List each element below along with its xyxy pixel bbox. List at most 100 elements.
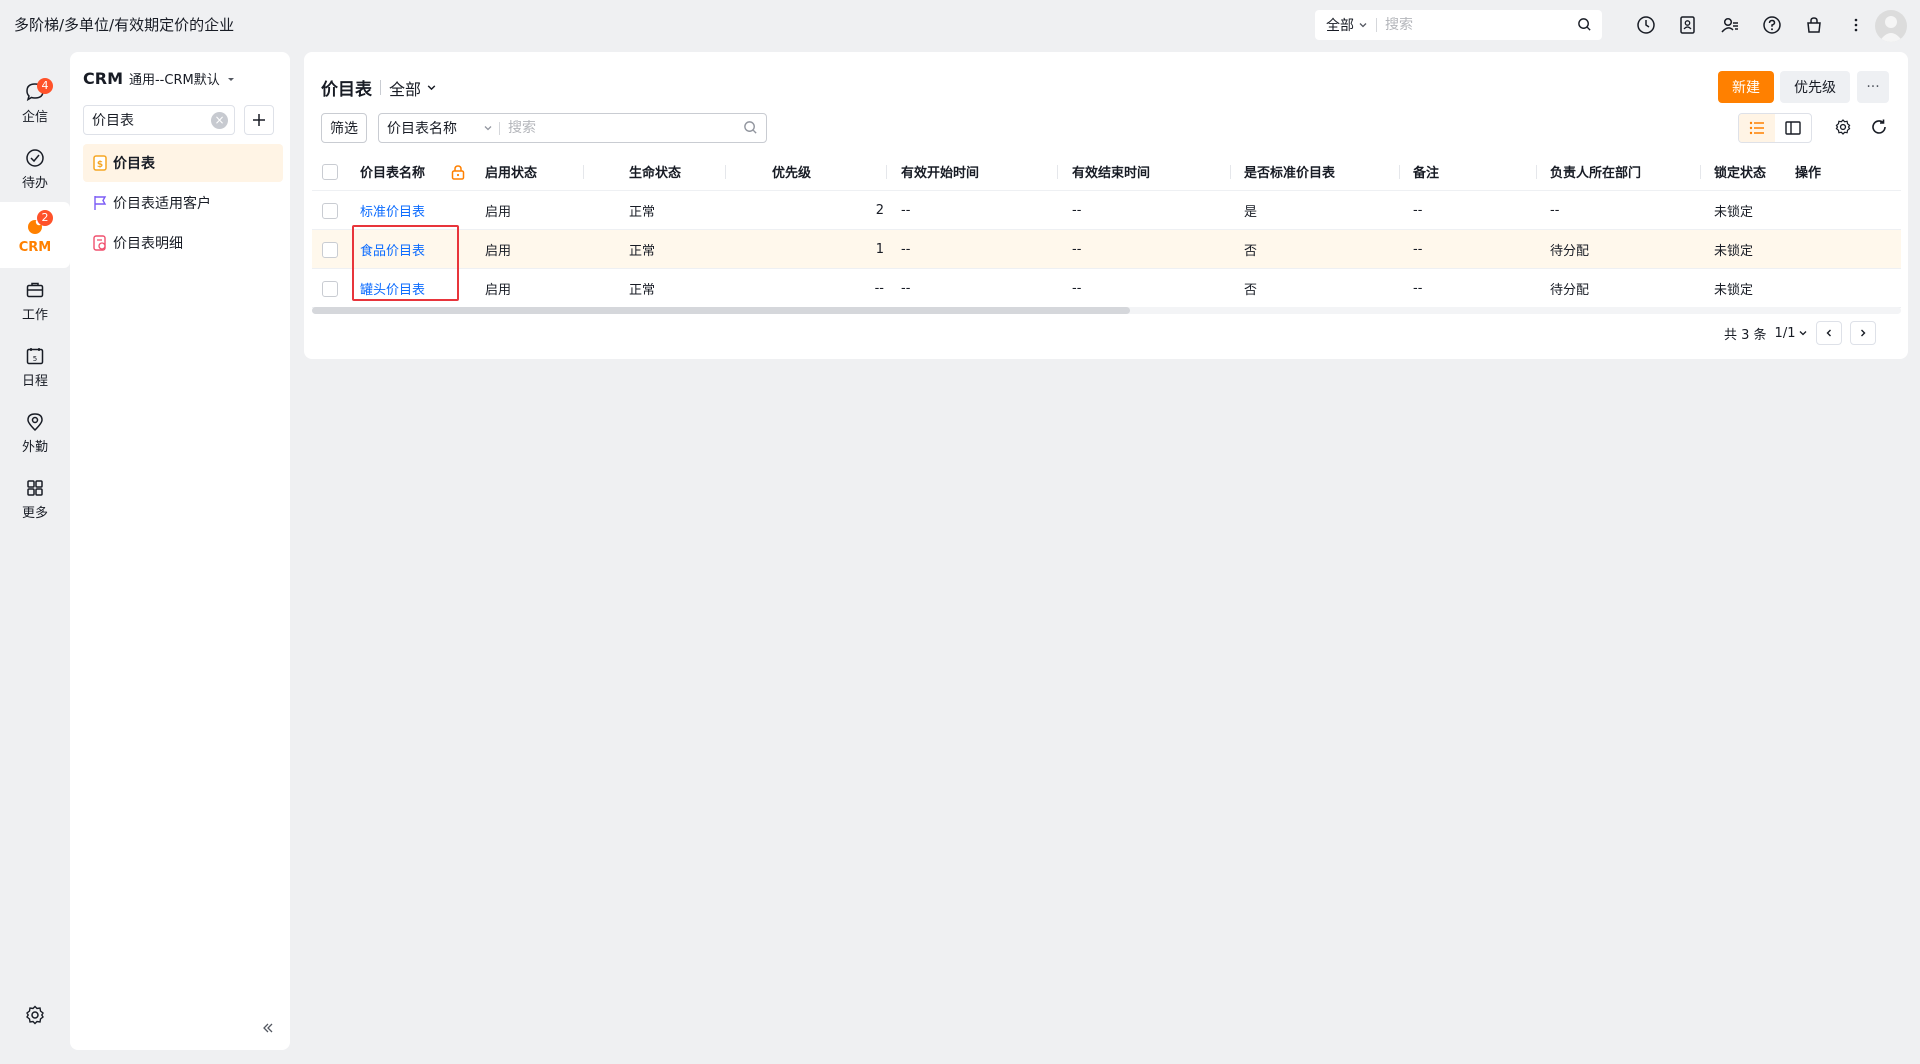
column-header[interactable]: 锁定状态 xyxy=(1714,152,1766,191)
app-name: CRM xyxy=(83,69,123,88)
row-checkbox[interactable] xyxy=(322,230,338,269)
rail-item-more[interactable]: 更多 xyxy=(0,466,70,532)
sidebar-header[interactable]: CRM 通用--CRM默认 xyxy=(83,69,236,88)
bag-icon[interactable] xyxy=(1793,13,1835,37)
history-icon[interactable] xyxy=(1625,13,1667,37)
unread-badge: 2 xyxy=(37,210,53,226)
more-button[interactable]: ··· xyxy=(1857,71,1889,103)
sidebar-search[interactable]: × xyxy=(83,105,235,135)
end-time-cell: -- xyxy=(1072,281,1082,296)
column-header[interactable]: 有效开始时间 xyxy=(901,152,979,191)
rail-item-work[interactable]: 工作 xyxy=(0,268,70,334)
search-icon[interactable] xyxy=(1577,17,1592,32)
avatar[interactable] xyxy=(1875,10,1907,42)
collapse-sidebar-icon[interactable] xyxy=(261,1021,275,1039)
rail-item-todo[interactable]: 待办 xyxy=(0,136,70,202)
price-list-icon: $ xyxy=(93,155,107,171)
table-row[interactable]: 罐头价目表 启用 正常 -- -- -- 否 -- 待分配 未锁定 xyxy=(312,269,1901,308)
list-view-icon[interactable] xyxy=(1739,114,1775,142)
table-row[interactable]: 食品价目表 启用 正常 1 -- -- 否 -- 待分配 未锁定 xyxy=(312,230,1901,269)
rail-item-label: 更多 xyxy=(21,506,48,521)
column-divider xyxy=(583,165,584,179)
prev-page-button[interactable] xyxy=(1816,321,1843,345)
scope-label: 全部 xyxy=(389,79,422,99)
column-divider xyxy=(725,165,726,179)
price-list-table: 价目表名称 启用状态 生命状态 优先级 有效开始时间 有效结束时间 是否标准价目… xyxy=(312,152,1901,308)
chevron-right-icon xyxy=(1861,329,1866,337)
location-pin-icon xyxy=(27,413,43,432)
price-list-name-link[interactable]: 标准价目表 xyxy=(360,191,425,230)
enable-status-cell: 启用 xyxy=(485,283,512,298)
column-header[interactable]: 优先级 xyxy=(772,152,811,191)
global-search-input[interactable] xyxy=(1385,17,1575,33)
svg-text:5: 5 xyxy=(33,355,37,363)
price-list-name-link[interactable]: 罐头价目表 xyxy=(360,269,425,308)
caret-down-icon[interactable] xyxy=(226,74,236,84)
divider xyxy=(380,80,381,95)
app-rail: 4 企信 待办 2 CRM 工作 5 日程 外勤 更多 xyxy=(0,70,70,532)
column-header[interactable]: 是否标准价目表 xyxy=(1244,152,1335,191)
search-icon[interactable] xyxy=(743,120,758,135)
rail-item-qixin[interactable]: 4 企信 xyxy=(0,70,70,136)
settings-gear-icon[interactable] xyxy=(24,1004,46,1030)
priority-cell: -- xyxy=(874,281,884,296)
row-checkbox[interactable] xyxy=(322,269,338,308)
column-header[interactable]: 价目表名称 xyxy=(360,152,425,191)
priority-cell: 1 xyxy=(875,242,884,257)
more-vertical-icon[interactable] xyxy=(1835,13,1877,37)
price-detail-icon xyxy=(93,235,106,251)
search-field-dropdown[interactable]: 价目表名称 xyxy=(379,118,499,138)
clear-icon[interactable]: × xyxy=(211,112,228,129)
standard-cell: 是 xyxy=(1244,205,1258,220)
check-circle-icon xyxy=(26,149,44,167)
list-search[interactable]: 价目表名称 xyxy=(378,113,767,143)
column-header[interactable]: 备注 xyxy=(1413,152,1439,191)
column-divider xyxy=(1536,165,1537,179)
sidebar-search-input[interactable] xyxy=(92,112,202,128)
sidebar-item-price-list-detail[interactable]: 价目表明细 xyxy=(83,224,283,262)
sidebar-item-price-list[interactable]: $ 价目表 xyxy=(83,144,283,182)
rail-item-field[interactable]: 外勤 xyxy=(0,400,70,466)
filter-button[interactable]: 筛选 xyxy=(321,113,367,143)
split-view-icon[interactable] xyxy=(1775,114,1811,142)
enable-status-cell: 启用 xyxy=(485,205,512,220)
select-all-checkbox[interactable] xyxy=(322,152,338,191)
life-status-cell: 正常 xyxy=(629,283,656,298)
column-settings-icon[interactable] xyxy=(1834,118,1852,140)
add-button[interactable] xyxy=(244,105,274,135)
column-header[interactable]: 生命状态 xyxy=(629,152,681,191)
next-page-button[interactable] xyxy=(1850,321,1877,345)
sidebar-item-price-list-customers[interactable]: 价目表适用客户 xyxy=(83,184,283,222)
table-header-row: 价目表名称 启用状态 生命状态 优先级 有效开始时间 有效结束时间 是否标准价目… xyxy=(312,152,1901,191)
refresh-icon[interactable] xyxy=(1870,118,1888,140)
help-icon[interactable] xyxy=(1751,13,1793,37)
row-checkbox[interactable] xyxy=(322,191,338,230)
contacts-book-icon[interactable] xyxy=(1667,13,1709,37)
rail-item-label: 待办 xyxy=(21,176,48,191)
lock-icon xyxy=(451,152,465,191)
column-header[interactable]: 负责人所在部门 xyxy=(1550,152,1641,191)
priority-button[interactable]: 优先级 xyxy=(1780,71,1850,103)
search-scope-dropdown[interactable]: 全部 xyxy=(1315,15,1368,35)
rail-item-schedule[interactable]: 5 日程 xyxy=(0,334,70,400)
horizontal-scrollbar-thumb[interactable] xyxy=(312,307,1130,314)
chevron-down-icon xyxy=(1359,23,1367,28)
column-header[interactable]: 启用状态 xyxy=(485,152,537,191)
column-header[interactable]: 有效结束时间 xyxy=(1072,152,1150,191)
user-list-icon[interactable] xyxy=(1709,13,1751,37)
new-button[interactable]: 新建 xyxy=(1718,71,1774,103)
page-select[interactable]: 1/1 xyxy=(1775,326,1809,341)
end-time-cell: -- xyxy=(1072,203,1082,218)
rail-item-label: 日程 xyxy=(21,374,48,389)
price-list-name-link[interactable]: 食品价目表 xyxy=(360,230,425,269)
global-search[interactable]: 全部 xyxy=(1315,10,1602,40)
table-row[interactable]: 标准价目表 启用 正常 2 -- -- 是 -- -- 未锁定 xyxy=(312,191,1901,230)
rail-item-crm[interactable]: 2 CRM xyxy=(0,202,70,268)
dept-cell: -- xyxy=(1550,203,1560,218)
scope-dropdown[interactable]: 全部 xyxy=(389,76,437,100)
rail-item-label: 企信 xyxy=(21,110,48,125)
page-indicator: 1/1 xyxy=(1774,325,1796,341)
grid-icon xyxy=(27,480,43,496)
list-search-input[interactable] xyxy=(508,120,708,136)
rail-item-label: 外勤 xyxy=(21,440,48,455)
